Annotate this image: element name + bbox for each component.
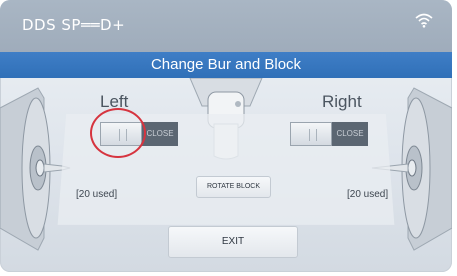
right-used-count: [20 used] xyxy=(347,189,389,200)
right-toggle-close-label: CLOSE xyxy=(332,122,368,146)
top-bar: DDS SP══D+ xyxy=(0,0,452,52)
brand-logo: DDS SP══D+ xyxy=(22,16,126,34)
rotate-block-button[interactable]: ROTATE BLOCK xyxy=(196,176,271,198)
highlight-ring-annotation xyxy=(90,108,146,158)
wifi-icon xyxy=(415,13,433,28)
exit-button[interactable]: EXIT xyxy=(168,226,298,258)
right-label: Right xyxy=(322,92,362,111)
page-title: Change Bur and Block xyxy=(0,52,452,78)
left-toggle-close-label: CLOSE xyxy=(142,122,178,146)
right-toggle-knob[interactable] xyxy=(290,122,332,146)
speed-machine-screen: DDS SP══D+ Change Bur and Block Left Rig… xyxy=(0,0,452,272)
left-used-count: [20 used] xyxy=(76,189,118,200)
right-door-toggle[interactable]: CLOSE xyxy=(290,122,368,146)
